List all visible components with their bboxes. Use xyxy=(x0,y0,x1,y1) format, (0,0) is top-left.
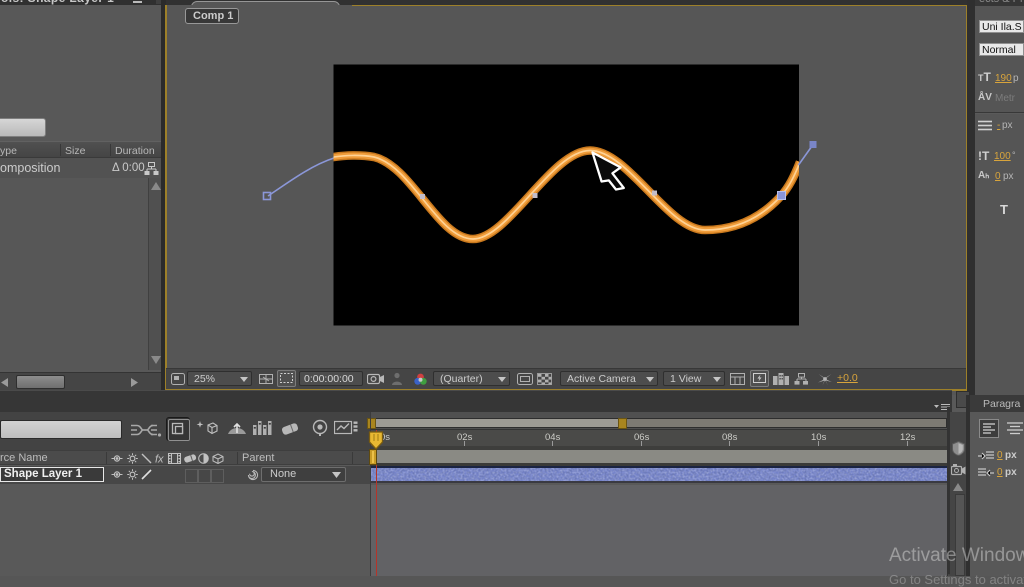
svg-text:fx: fx xyxy=(155,454,164,465)
